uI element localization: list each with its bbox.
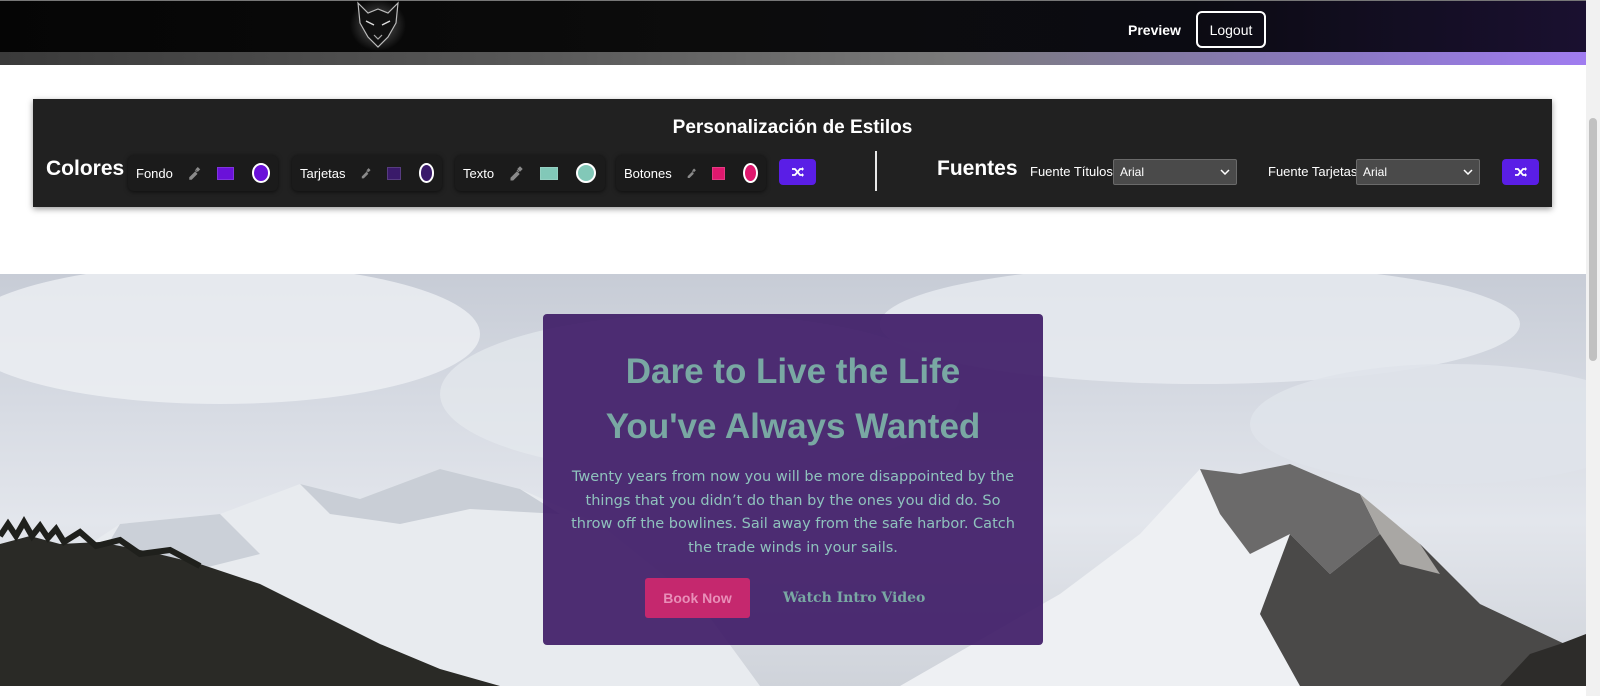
- color-group-label: Tarjetas: [300, 165, 346, 181]
- texto-color-swatch[interactable]: [540, 166, 559, 180]
- texto-color-circle[interactable]: [576, 163, 597, 183]
- fondo-color-circle[interactable]: [251, 163, 270, 183]
- hero-title-line1: Dare to Live the Life: [625, 352, 961, 391]
- card-font-value: Arial: [1363, 165, 1388, 179]
- shuffle-colors-button[interactable]: [779, 159, 816, 185]
- botones-color-swatch[interactable]: [712, 166, 726, 180]
- style-customizer-panel: Personalización de Estilos Colores Fondo…: [33, 99, 1552, 207]
- book-now-button[interactable]: Book Now: [645, 578, 750, 618]
- watch-intro-video-link[interactable]: Watch Intro Video: [783, 578, 925, 618]
- color-group-label: Botones: [624, 165, 672, 181]
- hero-quote-text: Twenty years from now you will be more d…: [571, 469, 1015, 556]
- title-font-value: Arial: [1120, 165, 1145, 179]
- eyedropper-icon[interactable]: [686, 165, 697, 181]
- color-group-tarjetas: Tarjetas: [292, 155, 442, 191]
- shuffle-fonts-button[interactable]: [1502, 159, 1539, 185]
- top-navbar: Preview Logout: [0, 0, 1586, 52]
- shuffle-icon: [1514, 167, 1527, 177]
- colors-section-label: Colores: [46, 157, 125, 180]
- hero-title: Dare to Live the Life You've Always Want…: [543, 344, 1043, 454]
- botones-color-circle[interactable]: [743, 163, 758, 183]
- scrollbar-thumb[interactable]: [1589, 118, 1597, 361]
- eyedropper-icon[interactable]: [360, 165, 371, 181]
- color-group-label: Texto: [463, 165, 495, 181]
- tarjetas-color-circle[interactable]: [418, 163, 434, 183]
- color-group-texto: Texto: [455, 155, 605, 191]
- fondo-color-swatch[interactable]: [217, 166, 234, 180]
- shuffle-icon: [791, 167, 804, 177]
- header-gradient-strip: [0, 52, 1586, 65]
- eyedropper-icon[interactable]: [187, 165, 201, 181]
- hero-card: Dare to Live the Life You've Always Want…: [543, 314, 1043, 645]
- section-divider: [875, 151, 877, 191]
- logout-button[interactable]: Logout: [1196, 11, 1266, 48]
- color-group-fondo: Fondo: [128, 155, 278, 191]
- wolf-logo-icon[interactable]: [350, 0, 406, 51]
- page-bottom-strip: [0, 686, 1586, 696]
- title-font-select[interactable]: Arial: [1113, 159, 1237, 185]
- color-group-botones: Botones: [616, 155, 766, 191]
- title-font-label: Fuente Títulos: [1030, 164, 1113, 179]
- card-font-select[interactable]: Arial: [1356, 159, 1480, 185]
- color-group-label: Fondo: [136, 165, 173, 181]
- chevron-down-icon: [1463, 169, 1473, 175]
- fonts-section-label: Fuentes: [937, 157, 1018, 180]
- hero-title-line2: You've Always Wanted: [605, 407, 981, 446]
- panel-title: Personalización de Estilos: [672, 117, 913, 138]
- tarjetas-color-swatch[interactable]: [387, 166, 401, 180]
- eyedropper-icon[interactable]: [508, 165, 524, 181]
- preview-link[interactable]: Preview: [1128, 22, 1181, 38]
- chevron-down-icon: [1220, 169, 1230, 175]
- card-font-label: Fuente Tarjetas: [1268, 164, 1358, 179]
- page-scrollbar[interactable]: [1586, 0, 1600, 696]
